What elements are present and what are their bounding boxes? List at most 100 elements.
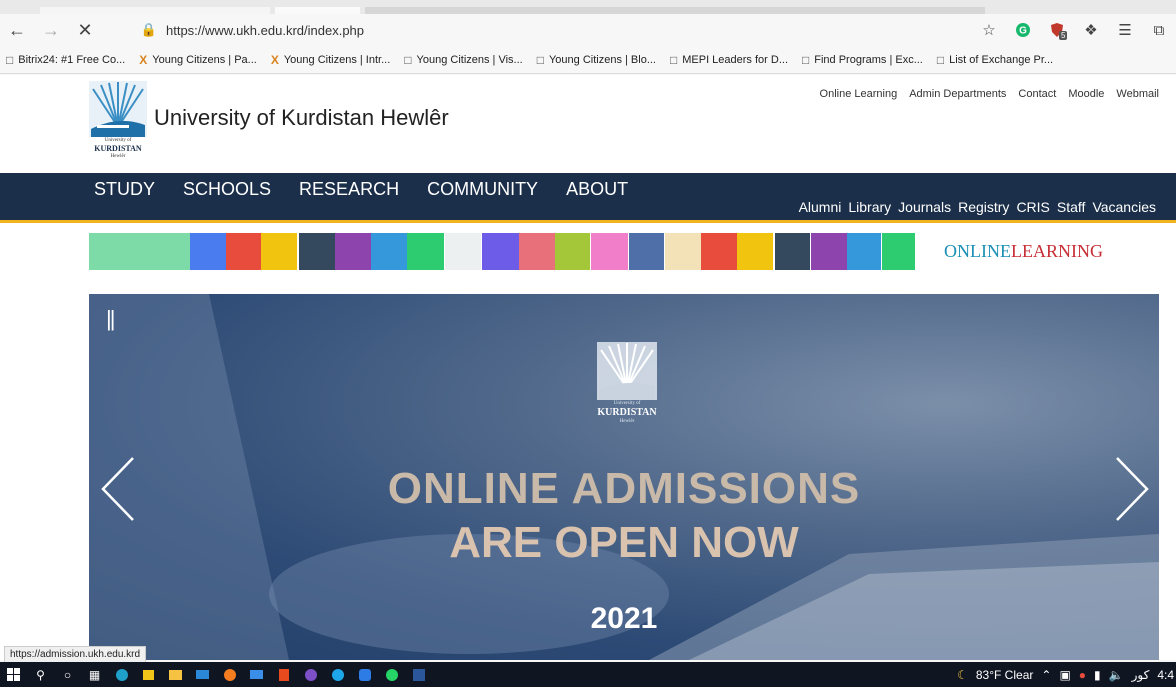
util-link-webmail[interactable]: Webmail	[1116, 88, 1159, 100]
nav-registry[interactable]: Registry	[958, 199, 1009, 215]
task-view-icon[interactable]: ▦	[81, 662, 108, 687]
x-logo-icon: X	[270, 52, 279, 67]
collections-icon[interactable]: ⧉	[1142, 14, 1176, 46]
antivirus-icon[interactable]: ●	[1079, 668, 1086, 682]
nav-schools[interactable]: SCHOOLS	[183, 179, 271, 200]
hero-year: 2021	[590, 602, 658, 635]
util-link-contact[interactable]: Contact	[1018, 88, 1056, 100]
nav-vacancies[interactable]: Vacancies	[1092, 199, 1156, 215]
hero-logo-bottom-text: Hewlêr	[619, 419, 635, 424]
forward-arrow-icon[interactable]: →	[34, 14, 68, 46]
weather-text[interactable]: 83°F Clear	[976, 668, 1034, 682]
color-block	[89, 233, 190, 270]
color-block	[591, 233, 628, 270]
main-navigation: STUDY SCHOOLS RESEARCH COMMUNITY ABOUT A…	[0, 173, 1176, 223]
store-icon[interactable]	[135, 662, 162, 687]
close-icon[interactable]: ✕	[68, 14, 102, 46]
color-block	[737, 233, 773, 270]
edge-browser-icon[interactable]	[108, 662, 135, 687]
nav-staff[interactable]: Staff	[1057, 199, 1086, 215]
color-block	[555, 233, 590, 270]
bookmark-item[interactable]: □ Young Citizens | Vis...	[404, 53, 522, 67]
nav-library[interactable]: Library	[848, 199, 891, 215]
hero-slider[interactable]: || University of KURDISTAN Hewlêr ONLINE…	[89, 294, 1159, 660]
university-logo[interactable]: University of KURDISTAN Hewlêr	[87, 81, 149, 161]
bookmark-item[interactable]: X Young Citizens | Intr...	[271, 53, 390, 67]
nav-about[interactable]: ABOUT	[566, 179, 628, 200]
favorites-list-icon[interactable]: ☰	[1108, 14, 1142, 46]
windows-taskbar: ⚲ ○ ▦ ☾ 83°F Clear ⌃ ▣ ● ▮ 🔈 کور 4:4	[0, 662, 1176, 687]
color-block	[335, 233, 371, 270]
battery-icon[interactable]: ▮	[1094, 668, 1101, 682]
search-icon[interactable]: ⚲	[27, 662, 54, 687]
slider-prev-arrow-icon[interactable]	[97, 454, 141, 524]
pause-icon[interactable]: ||	[106, 306, 116, 332]
remote-desktop-icon[interactable]	[243, 662, 270, 687]
file-explorer-icon[interactable]	[162, 662, 189, 687]
util-link-moodle[interactable]: Moodle	[1068, 88, 1104, 100]
university-name[interactable]: University of Kurdistan Hewlêr	[154, 105, 449, 131]
color-block	[371, 233, 407, 270]
color-block	[701, 233, 737, 270]
secondary-nav: Alumni Library Journals Registry CRIS St…	[799, 199, 1156, 215]
viber-icon[interactable]	[297, 662, 324, 687]
color-block	[482, 233, 519, 270]
online-learning-banner[interactable]: ONLINELEARNING	[89, 233, 1159, 270]
extension-shield-icon[interactable]: 5	[1040, 14, 1074, 46]
tab-active[interactable]	[275, 7, 360, 14]
windows-start-icon[interactable]	[0, 662, 27, 687]
bookmark-item[interactable]: X Young Citizens | Pa...	[139, 53, 257, 67]
office-icon[interactable]	[270, 662, 297, 687]
bookmark-item[interactable]: □ Bitrix24: #1 Free Co...	[6, 53, 125, 67]
grammarly-icon[interactable]: G	[1006, 14, 1040, 46]
util-link-online-learning[interactable]: Online Learning	[820, 88, 898, 100]
network-icon[interactable]: ▣	[1059, 668, 1070, 682]
nav-alumni[interactable]: Alumni	[799, 199, 842, 215]
tab-inactive[interactable]	[40, 7, 270, 14]
chevron-up-icon[interactable]: ⌃	[1041, 668, 1051, 682]
address-bar[interactable]: 🔒 https://www.ukh.edu.krd/index.php	[138, 18, 908, 42]
color-block	[226, 233, 261, 270]
nav-research[interactable]: RESEARCH	[299, 179, 399, 200]
extension-badge: 5	[1059, 31, 1068, 40]
nav-cris[interactable]: CRIS	[1016, 199, 1049, 215]
volume-icon[interactable]: 🔈	[1109, 668, 1124, 682]
online-text: ONLINE	[944, 241, 1011, 261]
color-block	[445, 233, 481, 270]
color-block	[847, 233, 881, 270]
skype-icon[interactable]	[324, 662, 351, 687]
nav-study[interactable]: STUDY	[94, 179, 155, 200]
url-text[interactable]: https://www.ukh.edu.krd/index.php	[166, 23, 364, 38]
hero-logo-main-text: KURDISTAN	[597, 407, 657, 418]
bookmark-item[interactable]: □ List of Exchange Pr...	[937, 53, 1053, 67]
bookmark-item[interactable]: □ MEPI Leaders for D...	[670, 53, 788, 67]
bookmarks-bar: □ Bitrix24: #1 Free Co... X Young Citizens…	[0, 46, 1176, 74]
util-link-admin-departments[interactable]: Admin Departments	[909, 88, 1006, 100]
lock-icon[interactable]: 🔒	[138, 22, 160, 38]
moon-weather-icon[interactable]: ☾	[957, 668, 968, 682]
color-block	[299, 233, 335, 270]
bookmark-item[interactable]: □ Young Citizens | Blo...	[537, 53, 656, 67]
color-block	[882, 233, 915, 270]
word-icon[interactable]	[405, 662, 432, 687]
language-indicator[interactable]: کور	[1132, 668, 1150, 682]
tab-inactive-2[interactable]	[365, 7, 985, 14]
hero-logo-top-text: University of	[613, 401, 641, 406]
nav-community[interactable]: COMMUNITY	[427, 179, 538, 200]
slider-next-arrow-icon[interactable]	[1109, 454, 1153, 524]
firefox-icon[interactable]	[216, 662, 243, 687]
system-tray: ☾ 83°F Clear ⌃ ▣ ● ▮ 🔈 کور 4:4	[957, 662, 1176, 687]
mail-icon[interactable]	[189, 662, 216, 687]
color-block	[407, 233, 444, 270]
cortana-icon[interactable]: ○	[54, 662, 81, 687]
favorite-star-icon[interactable]: ☆	[972, 14, 1006, 46]
back-arrow-icon[interactable]: ←	[0, 14, 34, 46]
extensions-puzzle-icon[interactable]: ❖	[1074, 14, 1108, 46]
logo-bottom-text: Hewlêr	[110, 154, 126, 159]
clock-time[interactable]: 4:4	[1157, 668, 1174, 682]
messenger-icon[interactable]	[351, 662, 378, 687]
bookmark-item[interactable]: □ Find Programs | Exc...	[802, 53, 923, 67]
nav-journals[interactable]: Journals	[898, 199, 951, 215]
whatsapp-icon[interactable]	[378, 662, 405, 687]
primary-nav: STUDY SCHOOLS RESEARCH COMMUNITY ABOUT	[94, 179, 628, 200]
